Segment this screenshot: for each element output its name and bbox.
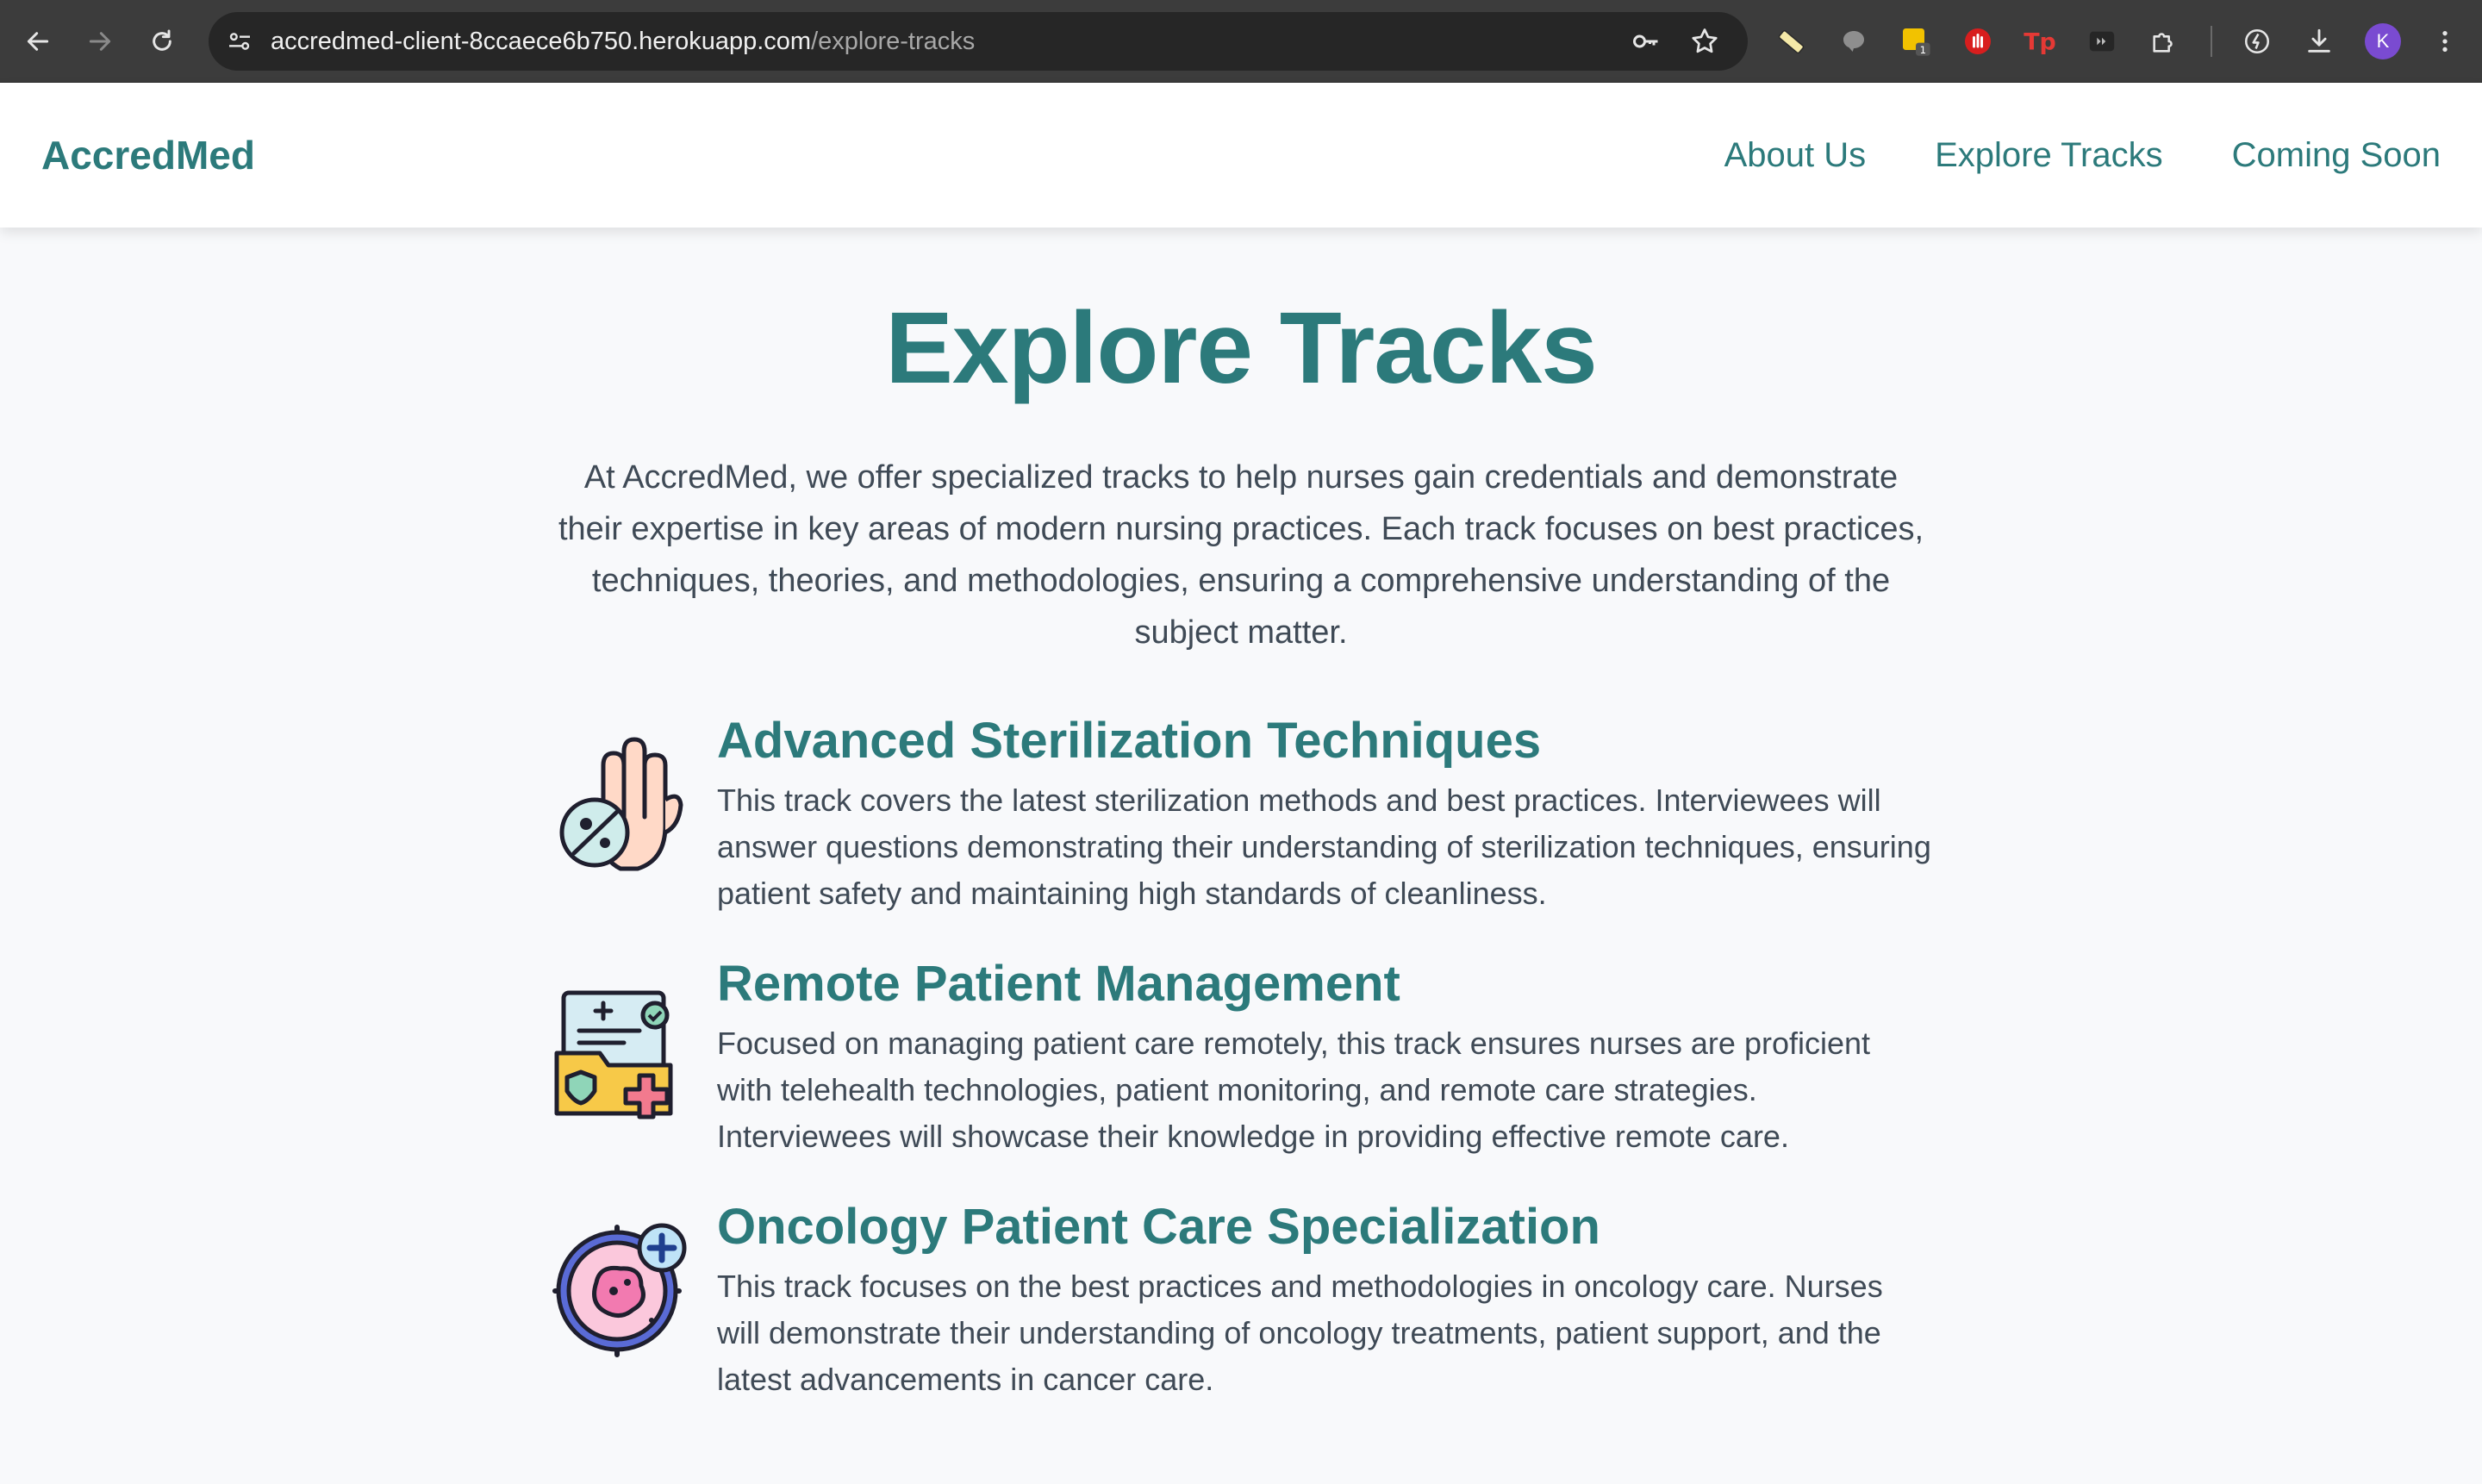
brand-logo[interactable]: AccredMed [41,83,255,228]
arrow-right-icon [89,32,111,51]
ruler-extension-icon[interactable] [1774,23,1810,59]
toolbar-separator [2211,26,2212,57]
track-description: This track covers the latest sterilizati… [717,783,1931,911]
performance-icon[interactable] [2239,23,2275,59]
track-item: Remote Patient Management Focused on man… [552,955,1930,1170]
reload-button[interactable] [141,21,183,62]
nav-about-us[interactable]: About Us [1724,136,1867,175]
back-button[interactable] [17,21,59,62]
site-info-icon[interactable] [226,28,253,55]
chat-extension-icon[interactable] [1836,23,1872,59]
profile-avatar[interactable]: K [2365,23,2401,59]
site-header: AccredMed About Us Explore Tracks Coming… [0,83,2482,228]
puzzle-extensions-icon[interactable] [2146,23,2182,59]
track-item: Advanced Sterilization Techniques This t… [552,712,1931,927]
track-title[interactable]: Remote Patient Management [717,955,1400,1013]
medical-folder-icon [554,990,673,1119]
extension-badge: 1 [1920,44,1926,56]
url-text: accredmed-client-8ccaece6b750.herokuapp.… [271,12,975,71]
svg-text:Tp: Tp [2024,29,2056,56]
main-nav: About Us Explore Tracks Coming Soon [1724,83,2441,228]
url-path: /explore-tracks [811,28,976,55]
intro-text: At AccredMed, we offer specialized track… [558,459,1924,651]
sterile-hand-icon [559,737,683,871]
track-item: Oncology Patient Care Specialization Thi… [552,1198,1930,1413]
key-icon[interactable] [1631,26,1662,57]
track-description: Focused on managing patient care remotel… [717,1026,1871,1154]
download-icon[interactable] [2301,23,2337,59]
url-host: accredmed-client-8ccaece6b750.herokuapp.… [271,28,812,55]
nav-coming-soon[interactable]: Coming Soon [2232,136,2441,175]
arrow-left-icon [27,32,49,51]
more-menu-icon[interactable] [2427,23,2463,59]
forward-button[interactable] [79,21,121,62]
block-extension-icon[interactable] [1960,23,1996,59]
star-icon[interactable] [1689,26,1720,57]
tp-extension-icon[interactable]: Tp [2022,23,2058,59]
track-title[interactable]: Advanced Sterilization Techniques [717,712,1541,770]
cell-target-icon [552,1223,687,1357]
nav-explore-tracks[interactable]: Explore Tracks [1935,136,2163,175]
fast-forward-extension-icon[interactable] [2084,23,2120,59]
track-title[interactable]: Oncology Patient Care Specialization [717,1198,1600,1256]
track-description: This track focuses on the best practices… [717,1269,1883,1397]
page-title: Explore Tracks [885,291,1598,405]
notes-extension-icon[interactable]: 1 [1898,23,1934,59]
reload-icon [153,29,171,51]
browser-toolbar: accredmed-client-8ccaece6b750.herokuapp.… [0,0,2482,83]
address-bar[interactable]: accredmed-client-8ccaece6b750.herokuapp.… [209,12,1748,71]
